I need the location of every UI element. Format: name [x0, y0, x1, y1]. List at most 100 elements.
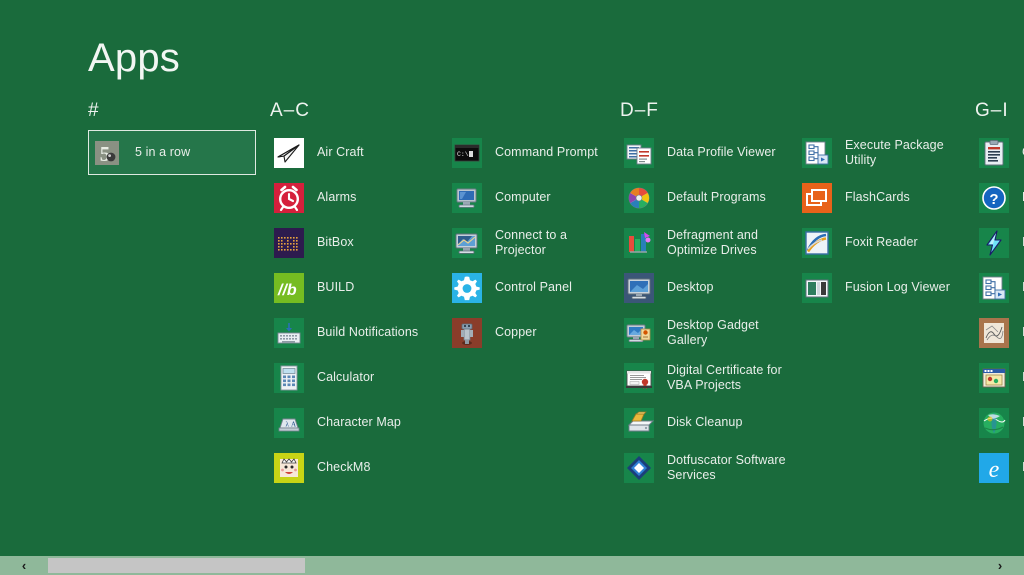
projector-icon	[452, 227, 482, 258]
svg-text://b: //b	[277, 282, 297, 299]
inkball-icon	[979, 362, 1009, 393]
five-in-a-row-icon: 5	[92, 138, 122, 168]
app-group: A–C Air Craft Alarms BitBox //b BUILD Build No…	[270, 100, 626, 490]
app-tile-label: Connect to a Projector	[495, 227, 568, 257]
app-tile-label: Build Notifications	[317, 325, 419, 339]
data-profile-viewer-icon	[624, 137, 654, 168]
dotfuscator-icon	[624, 452, 654, 483]
app-tile-label: Fusion Log Viewer	[845, 280, 951, 294]
app-tile-label: Character Map	[317, 415, 401, 429]
group-columns: 5 5 in a row	[88, 130, 266, 175]
app-tile[interactable]: 5 5 in a row	[88, 130, 256, 175]
fusion-log-viewer-icon	[802, 272, 832, 303]
app-tile[interactable]: Dotfuscator Software Services	[620, 445, 798, 490]
svg-text:e: e	[989, 457, 1000, 483]
app-tile[interactable]: In M	[975, 400, 1024, 445]
certificate-icon	[624, 362, 654, 393]
app-tile[interactable]: Build Notifications	[270, 310, 448, 355]
internet-globe-icon	[979, 407, 1009, 438]
app-tile-label: Command Prompt	[495, 145, 598, 159]
app-tile[interactable]: Alarms	[270, 175, 448, 220]
app-tile[interactable]: Connect to a Projector	[448, 220, 626, 265]
app-tile[interactable]: CheckM8	[270, 445, 448, 490]
app-tile[interactable]: Data Profile Viewer	[620, 130, 798, 175]
app-tile[interactable]: Foxit Reader	[798, 220, 976, 265]
app-tile[interactable]: ?H	[975, 175, 1024, 220]
group-columns: Air Craft Alarms BitBox //b BUILD Build Notif…	[270, 130, 626, 490]
app-group: G–IG?HILIn DInInIn MeIn	[975, 100, 1024, 490]
app-tile-label: Control Panel	[495, 280, 573, 294]
computer-icon	[452, 182, 482, 213]
horizontal-scrollbar[interactable]: ‹ ›	[0, 556, 1024, 575]
app-tile-label: CheckM8	[317, 460, 371, 474]
svg-text:?: ?	[989, 191, 998, 208]
app-tile[interactable]: IL	[975, 220, 1024, 265]
app-column: Data Profile Viewer Default Programs Defra…	[620, 130, 798, 490]
app-tile[interactable]: In	[975, 355, 1024, 400]
app-tile[interactable]: BitBox	[270, 220, 448, 265]
app-tile-label: Desktop Gadget Gallery	[667, 317, 759, 347]
disk-cleanup-icon	[624, 407, 654, 438]
app-tile-label: BUILD	[317, 280, 355, 294]
app-tile[interactable]: //b BUILD	[270, 265, 448, 310]
character-map-icon: λA	[274, 407, 304, 438]
app-group: #5 5 in a row	[88, 100, 266, 175]
app-tile[interactable]: Calculator	[270, 355, 448, 400]
app-column: Execute Package Utility FlashCards Foxit R…	[798, 130, 976, 310]
app-tile[interactable]: Disk Cleanup	[620, 400, 798, 445]
app-tile[interactable]: Digital Certificate for VBA Projects	[620, 355, 798, 400]
app-tile[interactable]: Desktop	[620, 265, 798, 310]
app-column: Air Craft Alarms BitBox //b BUILD Build Notif…	[270, 130, 448, 490]
svg-text:A: A	[291, 420, 296, 428]
group-header: A–C	[270, 100, 310, 121]
group-header: D–F	[620, 100, 659, 121]
app-tile[interactable]: Defragment and Optimize Drives	[620, 220, 798, 265]
app-tile[interactable]: Computer	[448, 175, 626, 220]
app-tile[interactable]: Default Programs	[620, 175, 798, 220]
help-icon: ?	[979, 182, 1009, 213]
app-tile-label: Computer	[495, 190, 551, 204]
app-tile-label: Foxit Reader	[845, 235, 918, 249]
app-tile-label: Digital Certificate for VBA Projects	[667, 362, 782, 392]
app-tile[interactable]: Control Panel	[448, 265, 626, 310]
app-tile[interactable]: In	[975, 310, 1024, 355]
scroll-right-arrow[interactable]: ›	[976, 556, 1024, 575]
group-columns: G?HILIn DInInIn MeIn	[975, 130, 1024, 490]
app-tile[interactable]: Desktop Gadget Gallery	[620, 310, 798, 355]
svg-text:λ: λ	[286, 420, 290, 428]
app-tile[interactable]: Fusion Log Viewer	[798, 265, 976, 310]
copper-icon	[452, 317, 482, 348]
app-tile[interactable]: Execute Package Utility	[798, 130, 976, 175]
alarm-clock-icon	[274, 182, 304, 213]
app-tile-label: Copper	[495, 325, 537, 339]
group-header: #	[88, 100, 100, 121]
app-column: G?HILIn DInInIn MeIn	[975, 130, 1024, 490]
app-tile[interactable]: FlashCards	[798, 175, 976, 220]
app-tile-label: Alarms	[317, 190, 357, 204]
app-tile[interactable]: λ A Character Map	[270, 400, 448, 445]
app-tile[interactable]: In D	[975, 265, 1024, 310]
app-tile[interactable]: C:\> Command Prompt	[448, 130, 626, 175]
app-tile-label: Calculator	[317, 370, 375, 384]
app-tile-label: BitBox	[317, 235, 354, 249]
foxit-reader-icon	[802, 227, 832, 258]
app-tile[interactable]: Air Craft	[270, 130, 448, 175]
desktop-icon	[624, 272, 654, 303]
internet-explorer-icon: e	[979, 452, 1009, 483]
build-notifications-icon	[274, 317, 304, 348]
scrollbar-track[interactable]	[48, 556, 976, 575]
app-tile-label: FlashCards	[845, 190, 910, 204]
group-columns: Data Profile Viewer Default Programs Defra…	[620, 130, 976, 490]
scrollbar-thumb[interactable]	[48, 558, 305, 573]
app-tile[interactable]: eIn	[975, 445, 1024, 490]
app-column: C:\> Command Prompt Computer Connect to a P…	[448, 130, 626, 355]
app-tile-label: 5 in a row	[135, 145, 191, 159]
app-tile-label: Disk Cleanup	[667, 415, 743, 429]
scroll-left-arrow[interactable]: ‹	[0, 556, 48, 575]
in-d-icon	[979, 272, 1009, 303]
app-column: 5 5 in a row	[88, 130, 266, 175]
apps-screen: Apps #5 5 in a row A–C Air Craft Alarms BitBo…	[0, 0, 1024, 575]
app-tile[interactable]: Copper	[448, 310, 626, 355]
app-tile[interactable]: G	[975, 130, 1024, 175]
desktop-gadget-gallery-icon	[624, 317, 654, 348]
